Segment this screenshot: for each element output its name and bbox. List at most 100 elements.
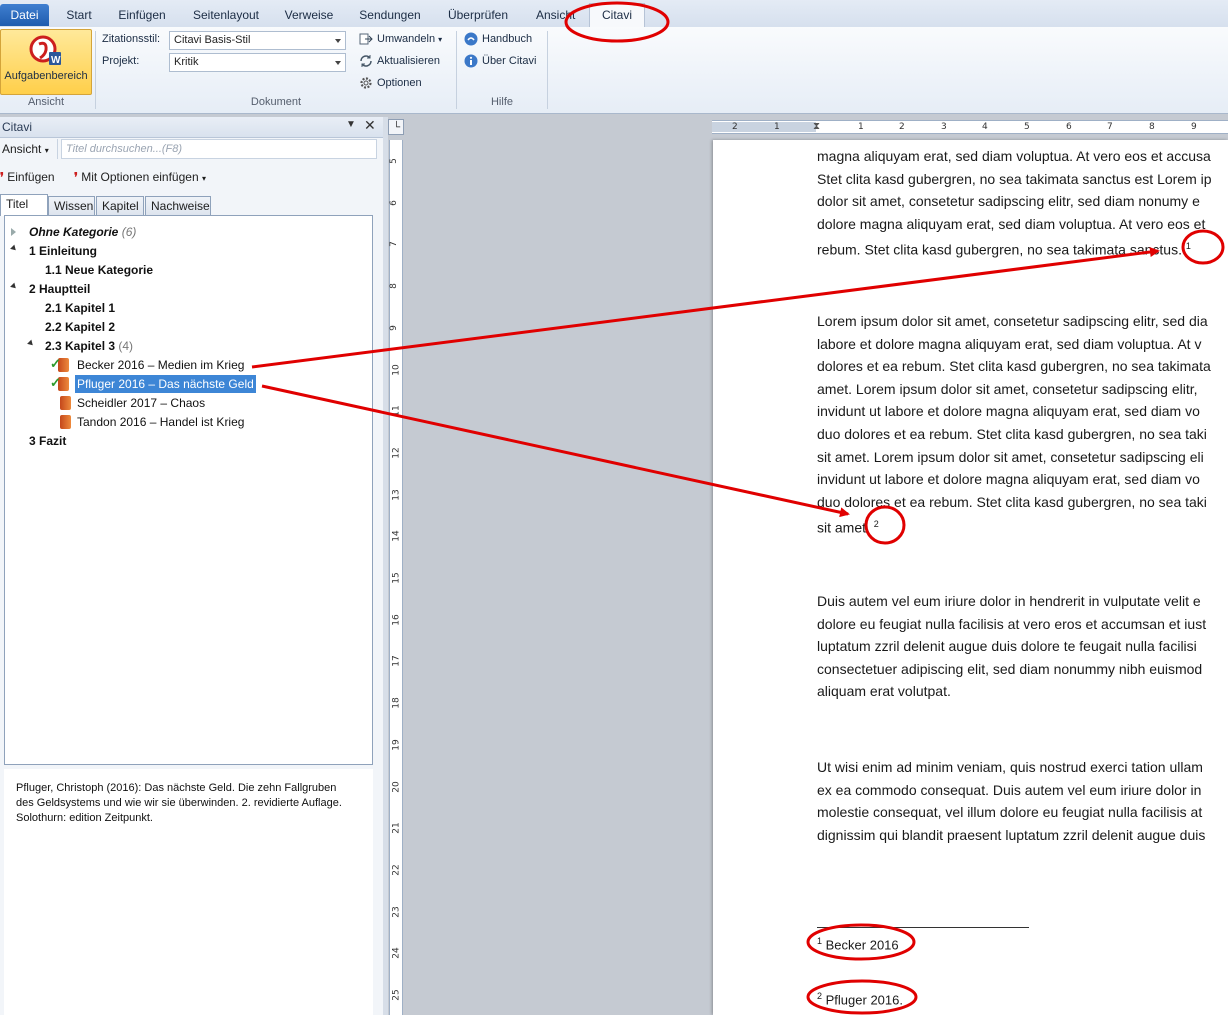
text-line: duo dolores et ea rebum. Stet clita kasd… <box>817 493 1207 510</box>
pane-close-icon[interactable]: ✕ <box>364 117 376 134</box>
tab-ueberpruefen[interactable]: Überprüfen <box>440 4 516 26</box>
reference-item-pfluger[interactable]: Pfluger 2016 – Das nächste Geld <box>75 375 256 393</box>
tab-sendungen[interactable]: Sendungen <box>352 4 428 26</box>
footnote-1-text: Becker 2016 <box>825 937 899 953</box>
chevron-down-icon: ▾ <box>201 174 206 183</box>
paragraph-3: Duis autem vel eum iriure dolor in hendr… <box>817 590 1228 703</box>
einfuegen-label: Einfügen <box>7 170 55 184</box>
projekt-label: Projekt: <box>102 55 140 67</box>
ribbon-tab-bar: Datei Start Einfügen Seitenlayout Verwei… <box>0 0 1228 28</box>
text-line: Ut wisi enim ad minim veniam, quis nostr… <box>817 759 1203 775</box>
paragraph-2: Lorem ipsum dolor sit amet, consetetur s… <box>817 310 1228 540</box>
text-line: sit amet. 2 <box>817 513 1228 539</box>
info-icon <box>464 54 478 68</box>
tab-nachweise[interactable]: Nachweise <box>145 196 211 215</box>
ruler-number: 2 <box>899 122 905 132</box>
ruler-number: 8 <box>1149 122 1155 132</box>
tree-item-hauptteil[interactable]: 2 Hauptteil <box>29 280 90 298</box>
citavi-insert-options-icon: ❜ <box>74 170 78 184</box>
tab-verweise[interactable]: Verweise <box>278 4 340 26</box>
text-line: duo dolores et ea rebum. Stet clita kasd… <box>817 425 1207 442</box>
ruler-number: 10 <box>391 363 402 376</box>
handbuch-label: Handbuch <box>482 33 533 45</box>
ruler-number: 21 <box>391 822 402 834</box>
paragraph-1: magna aliquyam erat, sed diam voluptua. … <box>817 145 1228 262</box>
tree-item-fazit[interactable]: 3 Fazit <box>29 432 66 450</box>
tab-einfuegen[interactable]: Einfügen <box>110 4 174 26</box>
text-line: aliquam erat volutpat. <box>817 683 951 700</box>
tree-item-ohne-kategorie[interactable]: Ohne Kategorie (6) <box>29 223 136 241</box>
ruler-number: 19 <box>391 739 402 751</box>
zitationsstil-combo[interactable]: Citavi Basis-Stil <box>169 31 346 50</box>
ruler-number: 13 <box>391 488 402 501</box>
pane-menu-chevron-icon[interactable]: ▼ <box>346 119 356 130</box>
expand-arrow-icon[interactable] <box>11 228 16 236</box>
help-book-icon <box>464 32 478 46</box>
footnote-1: 1 Becker 2016 <box>817 936 899 953</box>
aktualisieren-label: Aktualisieren <box>377 55 440 67</box>
aufgabenbereich-button[interactable]: W Aufgabenbereich <box>0 29 92 95</box>
zitationsstil-value: Citavi Basis-Stil <box>174 34 251 46</box>
ruler-number: 11 <box>391 405 402 417</box>
convert-icon <box>359 33 373 45</box>
checkmark-icon: ✓ <box>50 375 61 390</box>
document-page[interactable]: magna aliquyam erat, sed diam voluptua. … <box>713 140 1228 1015</box>
text-line: molestie consequat, vel illum dolore eu … <box>817 804 1203 821</box>
text-line: Stet clita kasd gubergren, no sea takima… <box>817 170 1212 187</box>
umwandeln-button[interactable]: Umwandeln ▾ <box>357 30 442 48</box>
tab-selector[interactable]: └ <box>388 119 404 135</box>
ruler-number: 22 <box>391 864 402 876</box>
tab-titel[interactable]: Titel <box>0 194 48 216</box>
checkmark-icon: ✓ <box>50 356 61 371</box>
ansicht-dropdown[interactable]: Ansicht ▾ <box>2 142 49 156</box>
detail-line: Pfluger, Christoph (2016): Das nächste G… <box>16 782 337 794</box>
aktualisieren-button[interactable]: Aktualisieren <box>357 52 440 70</box>
ueber-citavi-button[interactable]: Über Citavi <box>462 52 536 70</box>
projekt-value: Kritik <box>174 56 199 68</box>
tree-item-einleitung[interactable]: 1 Einleitung <box>29 242 97 260</box>
pane-splitter[interactable] <box>383 117 388 1015</box>
tab-ansicht[interactable]: Ansicht <box>528 4 578 26</box>
footnote-mark-1[interactable]: 1 <box>1186 241 1191 251</box>
horizontal-ruler[interactable]: ⧗ 2 1 1 2 3 4 5 6 7 8 9 <box>712 120 1228 134</box>
ueber-citavi-label: Über Citavi <box>482 55 537 67</box>
reference-item-becker[interactable]: Becker 2016 – Medien im Krieg <box>77 356 244 374</box>
ruler-number: 18 <box>391 697 402 709</box>
text-line: luptatum zzril delenit augue duis dolore… <box>817 638 1197 655</box>
ruler-number: 2 <box>732 122 738 132</box>
handbuch-button[interactable]: Handbuch <box>462 30 532 48</box>
umwandeln-label: Umwandeln <box>377 33 436 45</box>
footnote-mark-2[interactable]: 2 <box>874 519 879 529</box>
reference-item-tandon[interactable]: Tandon 2016 – Handel ist Krieg <box>77 413 244 431</box>
title-search-input[interactable]: Titel durchsuchen...(F8) <box>61 139 377 159</box>
ruler-number: 23 <box>391 905 402 918</box>
tree-item-kapitel-2[interactable]: 2.2 Kapitel 2 <box>45 318 115 336</box>
tab-seitenlayout[interactable]: Seitenlayout <box>186 4 266 26</box>
ruler-number: 9 <box>388 324 399 331</box>
reference-item-scheidler[interactable]: Scheidler 2017 – Chaos <box>77 394 205 412</box>
vertical-ruler[interactable]: 5 6 7 8 9 10 11 12 13 14 15 16 17 18 19 20 21 22 23 24 25 <box>389 140 403 1015</box>
book-icon <box>60 396 71 410</box>
optionen-button[interactable]: Optionen <box>357 74 422 92</box>
ruler-number: 4 <box>982 122 988 132</box>
tab-wissen[interactable]: Wissen <box>48 196 95 215</box>
tree-item-kapitel-1[interactable]: 2.1 Kapitel 1 <box>45 299 115 317</box>
tree-item-label: 2.3 Kapitel 3 <box>45 339 116 353</box>
tab-datei[interactable]: Datei <box>0 4 49 26</box>
aufgabenbereich-label: Aufgabenbereich <box>4 70 88 82</box>
einfuegen-button[interactable]: ❜ Einfügen <box>0 170 55 184</box>
footnote-2-text: Pfluger 2016. <box>825 992 903 1008</box>
tree-item-neue-kategorie[interactable]: 1.1 Neue Kategorie <box>45 261 153 279</box>
text-line: rebum. Stet clita kasd gubergren, no sea… <box>817 235 1228 261</box>
text-line-content: rebum. Stet clita kasd gubergren, no sea… <box>817 242 1182 259</box>
ruler-number: 3 <box>941 122 947 132</box>
tab-citavi[interactable]: Citavi <box>589 3 645 28</box>
projekt-combo[interactable]: Kritik <box>169 53 346 72</box>
tab-kapitel[interactable]: Kapitel <box>96 196 144 215</box>
group-label-dokument: Dokument <box>250 96 302 108</box>
tab-start[interactable]: Start <box>58 4 100 26</box>
indent-marker-icon[interactable]: ⧗ <box>813 121 820 132</box>
tree-item-kapitel-3[interactable]: 2.3 Kapitel 3 (4) <box>45 337 133 355</box>
ruler-number: 7 <box>1107 122 1113 132</box>
mit-optionen-einfuegen-button[interactable]: ❜ Mit Optionen einfügen ▾ <box>74 170 206 184</box>
